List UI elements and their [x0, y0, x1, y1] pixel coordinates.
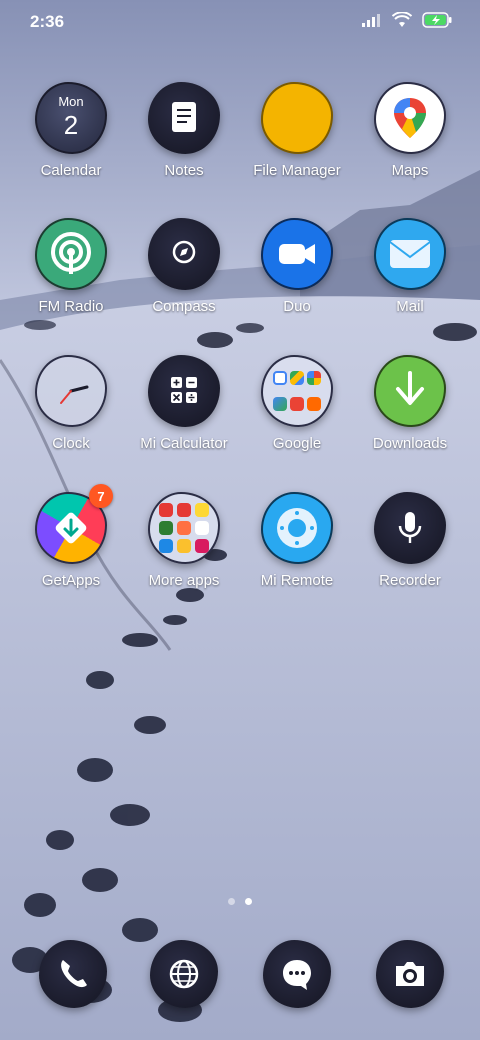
photos-mini-icon — [307, 371, 321, 386]
dock-browser[interactable] — [128, 940, 240, 1008]
dock-camera[interactable] — [354, 940, 466, 1008]
mail-icon — [374, 218, 446, 290]
game-mini-icon — [195, 502, 210, 517]
app-calculator[interactable]: Mi Calculator — [128, 355, 240, 452]
page-indicator[interactable] — [0, 898, 480, 905]
app-file-manager[interactable]: File Manager — [241, 82, 353, 179]
battery-charging-icon — [422, 12, 452, 33]
app-duo[interactable]: Duo — [241, 218, 353, 315]
app-mini-icon — [176, 539, 191, 554]
video-call-icon — [261, 218, 333, 290]
app-downloads[interactable]: Downloads — [354, 355, 466, 452]
folder-icon — [261, 82, 333, 154]
shop-mini-icon — [176, 520, 191, 535]
app-label: Maps — [391, 162, 429, 179]
app-label: Mi Calculator — [140, 435, 228, 452]
app-recorder[interactable]: Recorder — [354, 492, 466, 589]
app-label: Mail — [396, 298, 424, 315]
app-label: Google — [272, 435, 322, 452]
app-calendar[interactable]: Mon 2 Calendar — [15, 82, 127, 179]
app-google-folder[interactable]: Google — [241, 355, 353, 452]
app-label: More apps — [148, 572, 220, 589]
app-mini-icon — [158, 539, 173, 554]
maps-icon — [374, 82, 446, 154]
app-label: Duo — [283, 298, 311, 315]
compass-icon — [148, 218, 220, 290]
app-maps[interactable]: Maps — [354, 82, 466, 179]
app-notes[interactable]: Notes — [128, 82, 240, 179]
app-clock[interactable]: Clock — [15, 355, 127, 452]
radio-icon — [35, 218, 107, 290]
app-label: Downloads — [372, 435, 448, 452]
page-dot[interactable] — [228, 898, 235, 905]
play-mini-icon — [273, 396, 287, 411]
folder-preview — [273, 367, 321, 415]
camera-icon — [376, 940, 444, 1008]
app-label: Mi Remote — [260, 572, 334, 589]
signal-icon — [362, 13, 382, 32]
app-fm-radio[interactable]: FM Radio — [15, 218, 127, 315]
calendar-date: 2 — [63, 110, 79, 140]
app-label: Notes — [164, 162, 204, 179]
wps-mini-icon — [158, 502, 173, 517]
phone-icon — [39, 940, 107, 1008]
calendar-icon: Mon 2 — [35, 82, 107, 154]
app-mi-remote[interactable]: Mi Remote — [241, 492, 353, 589]
app-label: Clock — [52, 435, 90, 452]
status-icons — [362, 11, 452, 33]
app-label: Calendar — [40, 162, 102, 179]
app-more-apps-folder[interactable]: More apps — [128, 492, 240, 589]
calendar-day: Mon — [58, 94, 84, 109]
mi-mini-icon — [307, 396, 321, 411]
wifi-icon — [391, 11, 413, 33]
app-label: Compass — [152, 298, 216, 315]
remote-icon — [261, 492, 333, 564]
page-dot-active[interactable] — [245, 898, 252, 905]
android-mini-icon — [158, 520, 173, 535]
app-label: Recorder — [379, 572, 441, 589]
status-time: 2:36 — [30, 12, 65, 31]
microphone-icon — [374, 492, 446, 564]
gaana-mini-icon — [176, 502, 191, 517]
google-mini-icon — [273, 371, 287, 386]
app-mini-icon — [195, 539, 210, 554]
app-label: FM Radio — [38, 298, 104, 315]
notes-icon — [148, 82, 220, 154]
clock-icon — [35, 355, 107, 427]
calculator-icon — [148, 355, 220, 427]
more-apps-folder-icon — [148, 492, 220, 564]
mi-credit-mini-icon — [195, 520, 210, 535]
app-getapps[interactable]: 7 GetApps — [15, 484, 127, 589]
status-bar: 2:36 — [0, 0, 480, 44]
app-mail[interactable]: Mail — [354, 218, 466, 315]
app-label: GetApps — [41, 572, 101, 589]
notification-badge: 7 — [89, 484, 113, 508]
files-mini-icon — [290, 396, 304, 411]
drive-mini-icon — [290, 371, 304, 386]
app-label: File Manager — [253, 162, 341, 179]
download-icon — [374, 355, 446, 427]
app-compass[interactable]: Compass — [128, 218, 240, 315]
google-folder-icon — [261, 355, 333, 427]
dock-messages[interactable] — [241, 940, 353, 1008]
browser-icon — [150, 940, 218, 1008]
messages-icon — [263, 940, 331, 1008]
dock-phone[interactable] — [17, 940, 129, 1008]
folder-preview — [158, 502, 210, 554]
